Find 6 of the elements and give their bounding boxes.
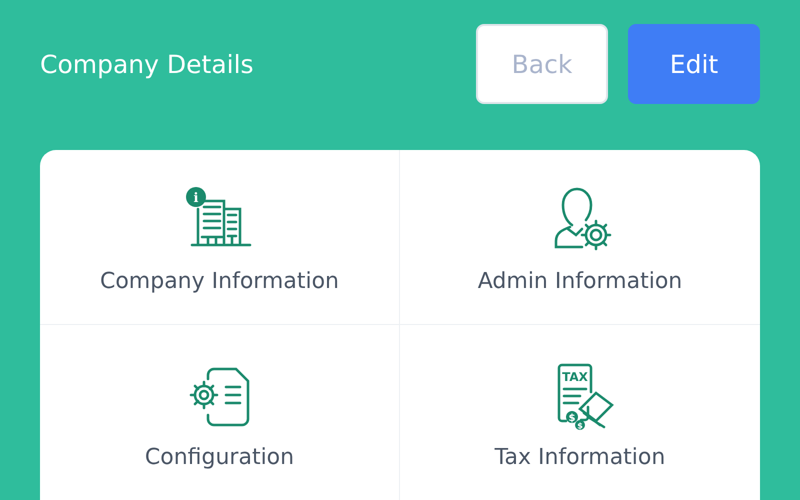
menu-tile[interactable]: Admin Information [400, 150, 760, 325]
menu-tile[interactable]: TAX $ $ Tax Information [400, 325, 760, 500]
page-title: Company Details [40, 50, 254, 78]
menu-tile[interactable]: i Company Information [40, 150, 400, 325]
edit-button[interactable]: Edit [628, 24, 760, 104]
menu-tile[interactable]: Configuration [40, 325, 400, 500]
